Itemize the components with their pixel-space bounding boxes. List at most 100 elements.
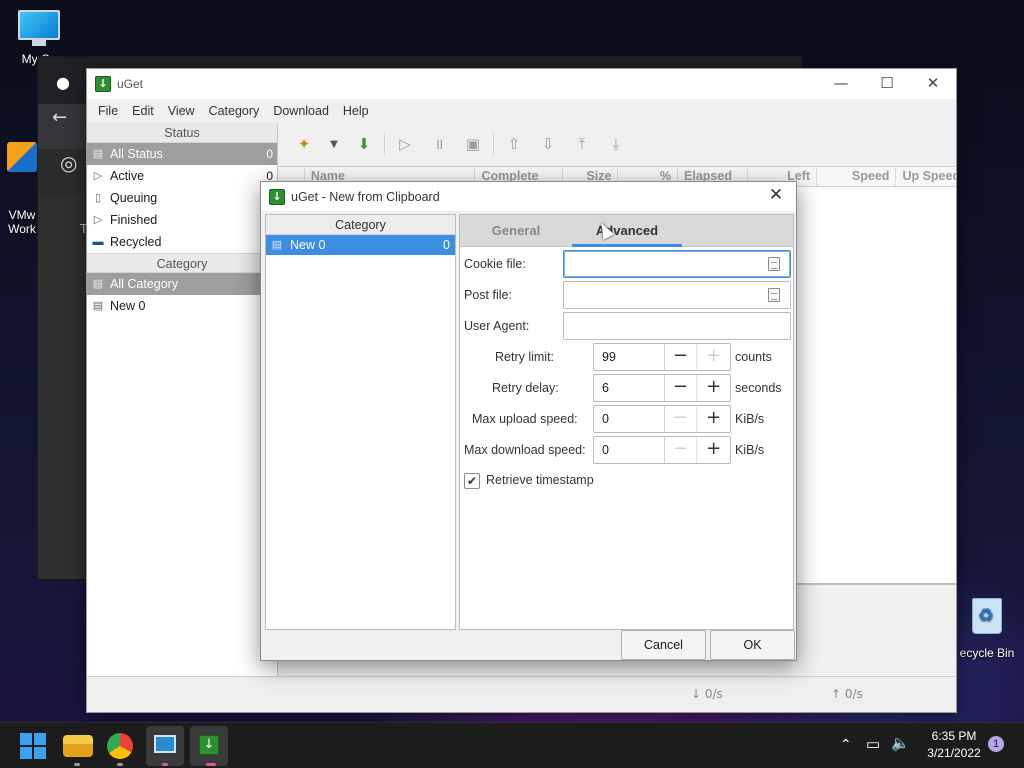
- ok-button[interactable]: OK: [710, 630, 795, 660]
- retry-delay-value[interactable]: 6: [594, 375, 665, 401]
- column-up-speed[interactable]: Up Speed: [896, 167, 956, 186]
- properties-icon[interactable]: ▣: [456, 135, 490, 153]
- chrome-icon[interactable]: [107, 733, 133, 759]
- stack-icon: ▤: [271, 239, 283, 251]
- max-download-value[interactable]: 0: [594, 437, 665, 463]
- increment-button[interactable]: +: [697, 375, 730, 401]
- dialog-tabs: General Advanced: [460, 215, 793, 247]
- decrement-button[interactable]: −: [665, 437, 698, 463]
- status-item-queuing[interactable]: ▯ Queuing: [87, 187, 277, 209]
- increment-button[interactable]: +: [697, 344, 730, 370]
- start-button[interactable]: [18, 731, 48, 761]
- status-item-all[interactable]: ▤ All Status 0: [87, 143, 277, 165]
- dropdown-arrow-icon[interactable]: ▼: [321, 139, 347, 150]
- increment-button[interactable]: +: [697, 437, 730, 463]
- menu-help[interactable]: Help: [336, 104, 376, 118]
- decrement-button[interactable]: −: [665, 375, 698, 401]
- network-icon[interactable]: ▭: [866, 735, 880, 753]
- status-item-finished[interactable]: ▷ Finished: [87, 209, 277, 231]
- status-item-label: All Status: [110, 147, 163, 161]
- status-section-header: Status: [87, 123, 277, 143]
- menu-category[interactable]: Category: [202, 104, 267, 118]
- retry-delay-stepper: 6 − +: [593, 374, 731, 402]
- minimize-button[interactable]: —: [818, 69, 864, 99]
- window-title: uGet: [117, 77, 144, 91]
- category-section-header: Category: [87, 253, 277, 273]
- maximize-button[interactable]: ☐: [864, 69, 910, 99]
- close-button[interactable]: ✕: [910, 69, 956, 99]
- move-bottom-icon[interactable]: ⤓: [599, 135, 633, 153]
- uget-sidebar: Status ▤ All Status 0 ▷ Active 0 ▯ Queui…: [87, 123, 278, 676]
- clock-date[interactable]: 3/21/2022: [922, 746, 986, 760]
- retry-limit-stepper: 99 − +: [593, 343, 731, 371]
- uget-taskbar-icon[interactable]: ↓: [190, 726, 228, 766]
- retry-limit-value[interactable]: 99: [594, 344, 665, 370]
- menu-file[interactable]: File: [91, 104, 125, 118]
- clock-time[interactable]: 6:35 PM: [924, 729, 984, 743]
- file-explorer-icon[interactable]: [63, 735, 93, 757]
- cookie-file-label: Cookie file:: [464, 257, 526, 271]
- increment-button[interactable]: +: [697, 406, 730, 432]
- menu-view[interactable]: View: [161, 104, 202, 118]
- taskbar: ↓ ⌃ ▭ 🔈 6:35 PM 3/21/2022 1: [0, 722, 1024, 768]
- new-download-icon[interactable]: ✦: [287, 135, 321, 153]
- column-speed[interactable]: Speed: [817, 167, 897, 186]
- github-icon: ●: [56, 73, 70, 92]
- uget-app-icon: ↓: [95, 76, 111, 92]
- menubar: File Edit View Category Download Help: [87, 99, 956, 123]
- notification-badge[interactable]: 1: [988, 736, 1004, 752]
- max-upload-label: Max upload speed:: [472, 412, 578, 426]
- decrement-button[interactable]: −: [665, 344, 698, 370]
- menu-edit[interactable]: Edit: [125, 104, 161, 118]
- stack-icon: ▤: [92, 300, 104, 312]
- upload-speed: ↑ 0/s: [831, 687, 863, 701]
- start-icon[interactable]: ▷: [388, 135, 422, 153]
- file-browse-icon[interactable]: [768, 288, 780, 302]
- doc-icon: ▯: [94, 192, 102, 204]
- status-item-active[interactable]: ▷ Active 0: [87, 165, 277, 187]
- monitor-icon: [18, 10, 60, 40]
- dialog-settings-pane: General Advanced Cookie file: Post file:…: [459, 214, 794, 630]
- chevron-up-icon[interactable]: ⌃: [840, 736, 852, 753]
- vmware-icon: [7, 142, 37, 172]
- decrement-button[interactable]: −: [665, 406, 698, 432]
- desktop-icon-label: ecycle Bin: [959, 646, 1015, 660]
- remote-desktop-icon[interactable]: [146, 726, 184, 766]
- max-upload-value[interactable]: 0: [594, 406, 665, 432]
- status-item-label: Active: [110, 169, 145, 183]
- tab-general[interactable]: General: [461, 216, 571, 246]
- cancel-button[interactable]: Cancel: [621, 630, 706, 660]
- finish-icon: ▷: [93, 214, 103, 226]
- user-agent-input[interactable]: [563, 312, 791, 340]
- desktop-icon-vmware[interactable]: VMw Work: [2, 114, 42, 250]
- move-top-icon[interactable]: ⤒: [565, 135, 599, 153]
- desktop-icon-recycle-bin[interactable]: ecycle Bin: [950, 598, 1024, 660]
- stack-icon: ▤: [92, 148, 104, 160]
- tab-advanced[interactable]: Advanced: [572, 216, 682, 247]
- status-item-label: Recycled: [110, 235, 162, 249]
- status-item-label: Queuing: [110, 191, 158, 205]
- cookie-file-input[interactable]: [563, 250, 791, 278]
- volume-icon[interactable]: 🔈: [891, 734, 910, 752]
- back-arrow-icon[interactable]: ←: [52, 107, 67, 128]
- file-browse-icon[interactable]: [768, 257, 780, 271]
- dialog-category-pane: Category ▤ New 0 0: [265, 214, 456, 630]
- chrome-logo-icon: ◎: [60, 151, 78, 175]
- post-file-input[interactable]: [563, 281, 791, 309]
- dialog-category-item[interactable]: ▤ New 0 0: [266, 235, 455, 255]
- move-down-icon[interactable]: ⇩: [531, 135, 565, 153]
- dialog-close-button[interactable]: ✕: [764, 185, 788, 205]
- category-item-new0[interactable]: ▤ New 0: [87, 295, 277, 317]
- category-item-all[interactable]: ▤ All Category: [87, 273, 277, 295]
- batch-download-icon[interactable]: ⬇: [347, 135, 381, 153]
- window-controls: — ☐ ✕: [818, 69, 956, 99]
- max-download-stepper: 0 − +: [593, 436, 731, 464]
- status-item-recycled[interactable]: ▬ Recycled: [87, 231, 277, 253]
- retry-delay-unit: seconds: [735, 381, 782, 395]
- retrieve-timestamp-checkbox[interactable]: ✔: [464, 473, 480, 489]
- status-item-label: Finished: [110, 213, 158, 227]
- retry-limit-unit: counts: [735, 350, 772, 364]
- move-up-icon[interactable]: ⇧: [497, 135, 531, 153]
- menu-download[interactable]: Download: [266, 104, 336, 118]
- pause-icon[interactable]: ॥: [422, 134, 456, 154]
